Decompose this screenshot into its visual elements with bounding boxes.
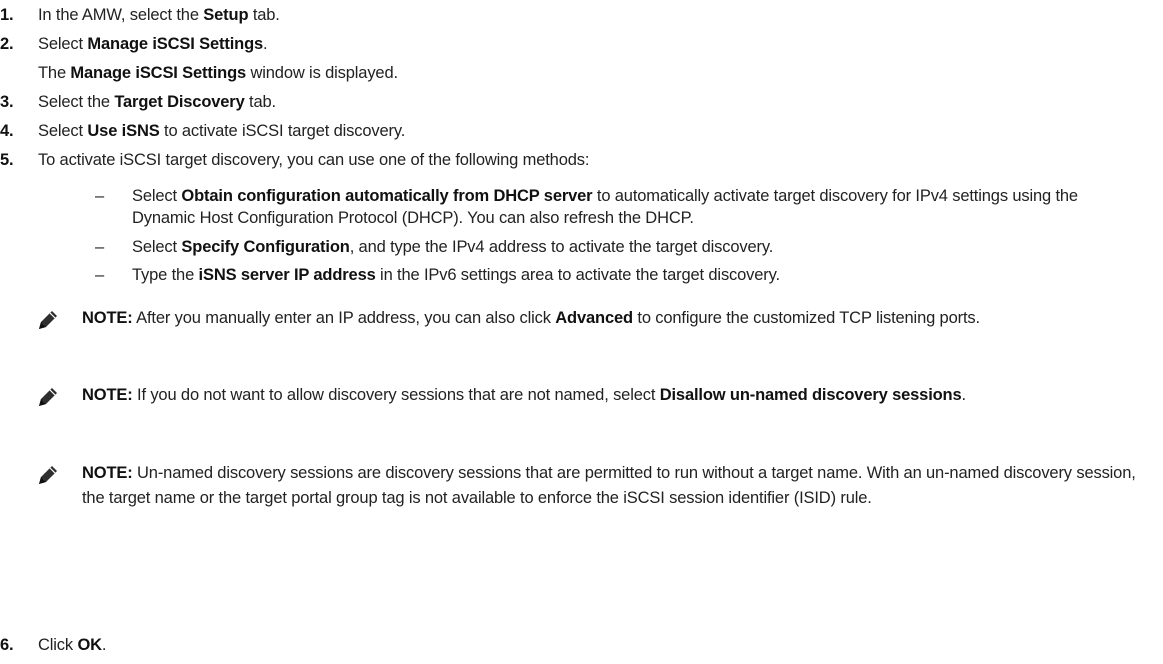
pencil-note-icon — [38, 387, 60, 407]
step-number: 6. — [0, 636, 14, 654]
step-text: In the AMW, select the Setup tab. — [38, 6, 280, 24]
ui-term: Setup — [203, 6, 249, 24]
ui-term: OK — [77, 636, 102, 654]
note-text: NOTE: Un-named discovery sessions are di… — [82, 464, 1136, 507]
step-text: Select Manage iSCSI Settings. — [38, 35, 268, 53]
note-label: NOTE: — [82, 464, 133, 482]
note-text: NOTE: After you manually enter an IP add… — [82, 309, 980, 327]
dash-marker: – — [95, 266, 105, 284]
step-text: Click OK. — [38, 636, 107, 654]
step-2-result: The Manage iSCSI Settings window is disp… — [38, 64, 398, 82]
note-text: NOTE: If you do not want to allow discov… — [82, 386, 966, 404]
ui-term: Disallow un-named discovery sessions — [659, 386, 962, 404]
pencil-note-icon — [38, 310, 60, 330]
step-number: 2. — [0, 35, 14, 53]
note-label: NOTE: — [82, 309, 133, 327]
pencil-note-icon — [38, 465, 60, 485]
step-number: 4. — [0, 122, 14, 140]
ui-term: Manage iSCSI Settings — [70, 64, 247, 82]
bullet-text: Select Specify Configuration, and type t… — [132, 238, 774, 256]
step-text: To activate iSCSI target discovery, you … — [38, 151, 590, 169]
step-text: Select Use iSNS to activate iSCSI target… — [38, 122, 406, 140]
ui-term: Advanced — [555, 309, 633, 327]
step-number: 5. — [0, 151, 14, 169]
pencil-note-icon-svg — [39, 466, 57, 484]
note-label: NOTE: — [82, 386, 133, 404]
bullet-text: Type the iSNS server IP address in the I… — [132, 266, 780, 284]
pencil-note-icon-svg — [39, 388, 57, 406]
step-number: 3. — [0, 93, 14, 111]
ui-term: Specify Configuration — [181, 238, 350, 256]
step-text: Select the Target Discovery tab. — [38, 93, 276, 111]
ui-term: Target Discovery — [114, 93, 245, 111]
ui-term: Manage iSCSI Settings — [87, 35, 264, 53]
ui-term: Obtain configuration automatically from … — [181, 187, 593, 205]
dash-marker: – — [95, 238, 105, 256]
bullet-text: Select Obtain configuration automaticall… — [132, 187, 1078, 227]
step-number: 1. — [0, 6, 14, 24]
dash-marker: – — [95, 187, 105, 205]
ui-term: iSNS server IP address — [198, 266, 376, 284]
ui-term: Use iSNS — [87, 122, 160, 140]
pencil-note-icon-svg — [39, 311, 57, 329]
